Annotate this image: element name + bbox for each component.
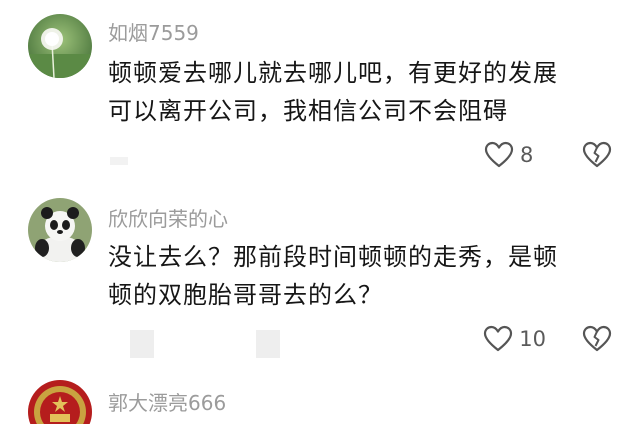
comment-text: 没让去么？那前段时间顿顿的走秀，是顿 顿的双胞胎哥哥去的么？	[108, 238, 608, 314]
comment-feed: 如烟7559 顿顿爱去哪儿就去哪儿吧，有更好的发展 可以离开公司，我相信公司不会…	[0, 0, 640, 424]
dandelion-avatar	[28, 14, 92, 78]
broken-heart-icon	[582, 141, 612, 168]
comment-item: 如烟7559 顿顿爱去哪儿就去哪儿吧，有更好的发展 可以离开公司，我相信公司不会…	[0, 0, 640, 190]
panda-avatar	[28, 198, 92, 262]
username[interactable]: 如烟7559	[108, 17, 199, 46]
like-button[interactable]: 10	[483, 325, 546, 353]
blurred-area	[110, 157, 128, 165]
user-avatar[interactable]	[28, 380, 92, 424]
emblem-avatar	[28, 380, 92, 424]
dislike-button[interactable]	[582, 141, 612, 169]
username[interactable]: 欣欣向荣的心	[108, 203, 228, 232]
like-button[interactable]: 8	[484, 141, 546, 169]
comment-text-line: 顿顿爱去哪儿就去哪儿吧，有更好的发展	[108, 59, 558, 87]
blurred-area	[130, 330, 154, 358]
broken-heart-icon	[582, 325, 612, 352]
comment-text-line: 没让去么？那前段时间顿顿的走秀，是顿	[108, 243, 558, 271]
user-avatar[interactable]	[28, 14, 92, 78]
comment-text-line: 可以离开公司，我相信公司不会阻碍	[108, 97, 508, 125]
comment-text-line: 顿的双胞胎哥哥去的么？	[108, 281, 383, 309]
like-count: 8	[520, 143, 534, 167]
comment-text: 顿顿爱去哪儿就去哪儿吧，有更好的发展 可以离开公司，我相信公司不会阻碍	[108, 54, 608, 130]
dislike-button[interactable]	[582, 325, 612, 353]
blurred-area	[256, 330, 280, 358]
comment-item: 欣欣向荣的心 没让去么？那前段时间顿顿的走秀，是顿 顿的双胞胎哥哥去的么？ 10	[0, 190, 640, 370]
comment-actions: 10	[483, 324, 612, 354]
comment-actions: 8	[484, 140, 612, 170]
comment-item: 郭大漂亮666	[0, 370, 640, 424]
username[interactable]: 郭大漂亮666	[108, 387, 226, 416]
like-count: 10	[519, 327, 546, 351]
heart-outline-icon	[484, 141, 514, 168]
heart-outline-icon	[484, 325, 513, 352]
user-avatar[interactable]	[28, 198, 92, 262]
